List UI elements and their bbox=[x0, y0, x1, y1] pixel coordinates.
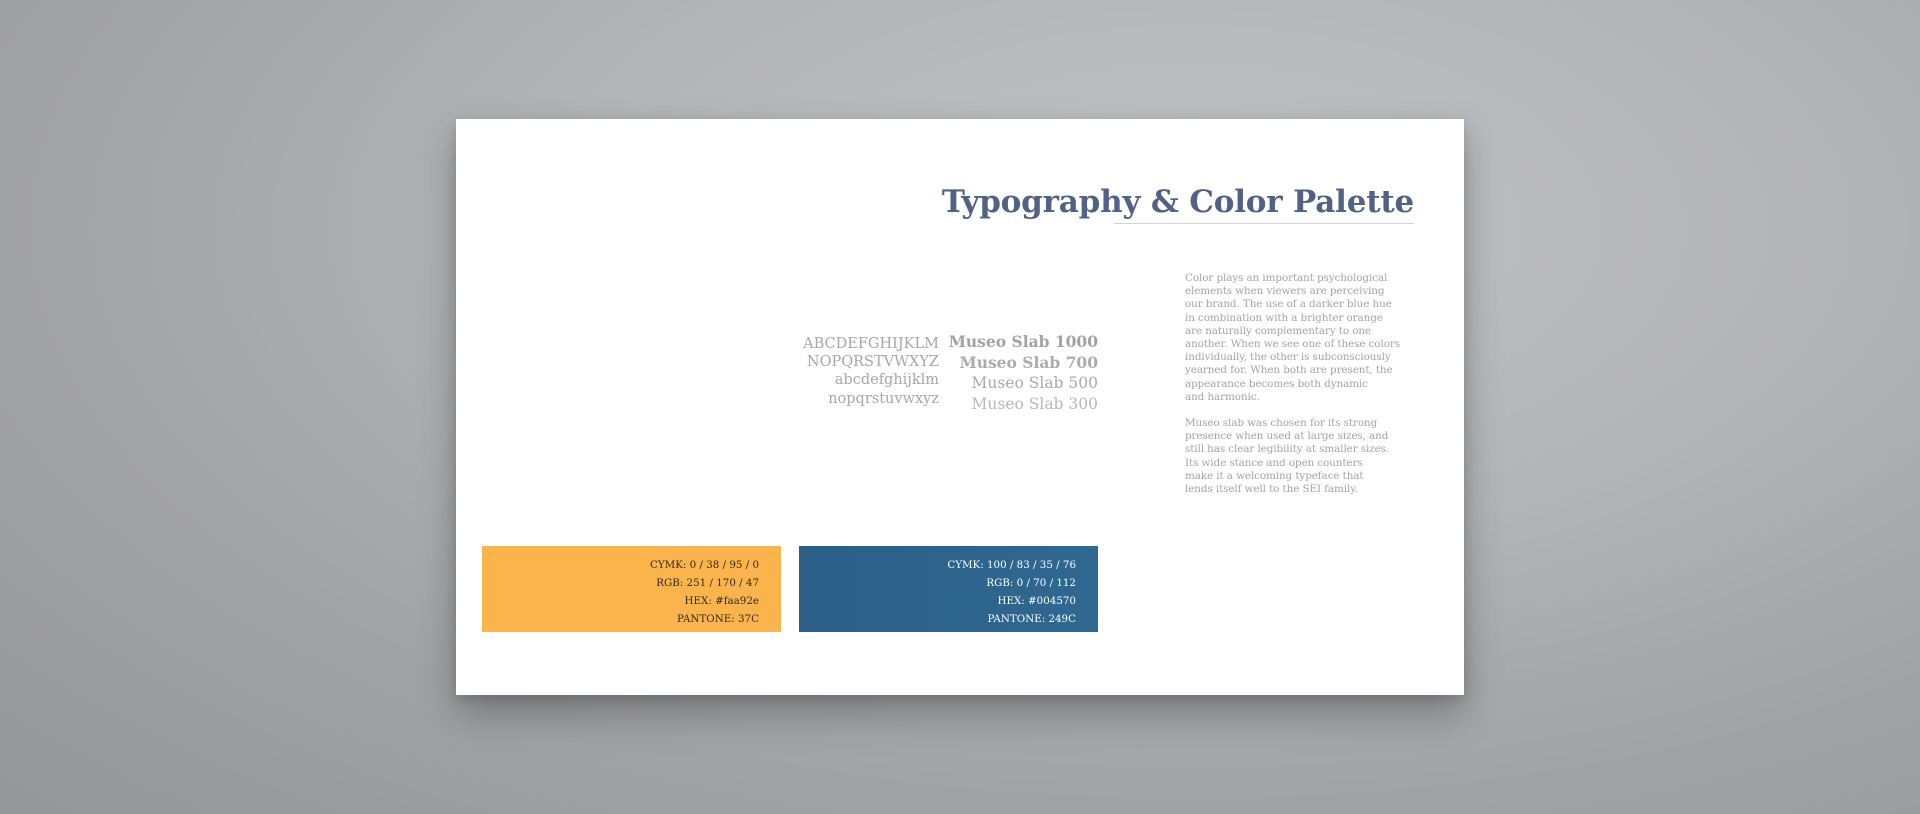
swatch-pantone: PANTONE: 37C bbox=[677, 613, 759, 625]
alphabet-uppercase-1: ABCDEFGHIJKLM bbox=[803, 336, 939, 352]
swatch-hex: HEX: #faa92e bbox=[684, 595, 759, 607]
swatch-pantone: PANTONE: 249C bbox=[987, 613, 1076, 625]
swatch-cymk: CYMK: 100 / 83 / 35 / 76 bbox=[947, 559, 1076, 571]
swatch-hex: HEX: #004570 bbox=[997, 595, 1076, 607]
typeface-paragraph: Museo slab was chosen for its strong pre… bbox=[1185, 417, 1390, 496]
description-text: Color plays an important psychological e… bbox=[1185, 272, 1425, 509]
alphabet-lowercase-2: nopqrstuvwxyz bbox=[828, 390, 939, 407]
font-weight-specimen: Museo Slab 1000 Museo Slab 700 Museo Sla… bbox=[949, 332, 1098, 414]
alphabet-specimen: ABCDEFGHIJKLM NOPQRSTVWXYZ abcdefghijklm… bbox=[803, 335, 939, 408]
orange-swatch: CYMK: 0 / 38 / 95 / 0 RGB: 251 / 170 / 4… bbox=[482, 546, 781, 632]
blue-swatch: CYMK: 100 / 83 / 35 / 76 RGB: 0 / 70 / 1… bbox=[799, 546, 1098, 632]
weight-500-label: Museo Slab 500 bbox=[971, 374, 1099, 392]
swatch-rgb: RGB: 251 / 170 / 47 bbox=[656, 577, 759, 589]
alphabet-lowercase-1: abcdefghijklm bbox=[834, 372, 939, 389]
weight-1000-label: Museo Slab 1000 bbox=[948, 332, 1098, 351]
swatch-cymk: CYMK: 0 / 38 / 95 / 0 bbox=[649, 559, 759, 571]
weight-300-label: Museo Slab 300 bbox=[971, 394, 1099, 413]
title-underline bbox=[1114, 223, 1414, 224]
swatch-rgb: RGB: 0 / 70 / 112 bbox=[986, 577, 1076, 589]
weight-700-label: Museo Slab 700 bbox=[959, 352, 1098, 372]
alphabet-uppercase-2: NOPQRSTVWXYZ bbox=[806, 354, 939, 371]
color-paragraph: Color plays an important psychological e… bbox=[1185, 272, 1400, 403]
page-title: Typography & Color Palette bbox=[941, 184, 1414, 220]
brand-guide-page: Typography & Color Palette ABCDEFGHIJKLM… bbox=[456, 119, 1464, 695]
